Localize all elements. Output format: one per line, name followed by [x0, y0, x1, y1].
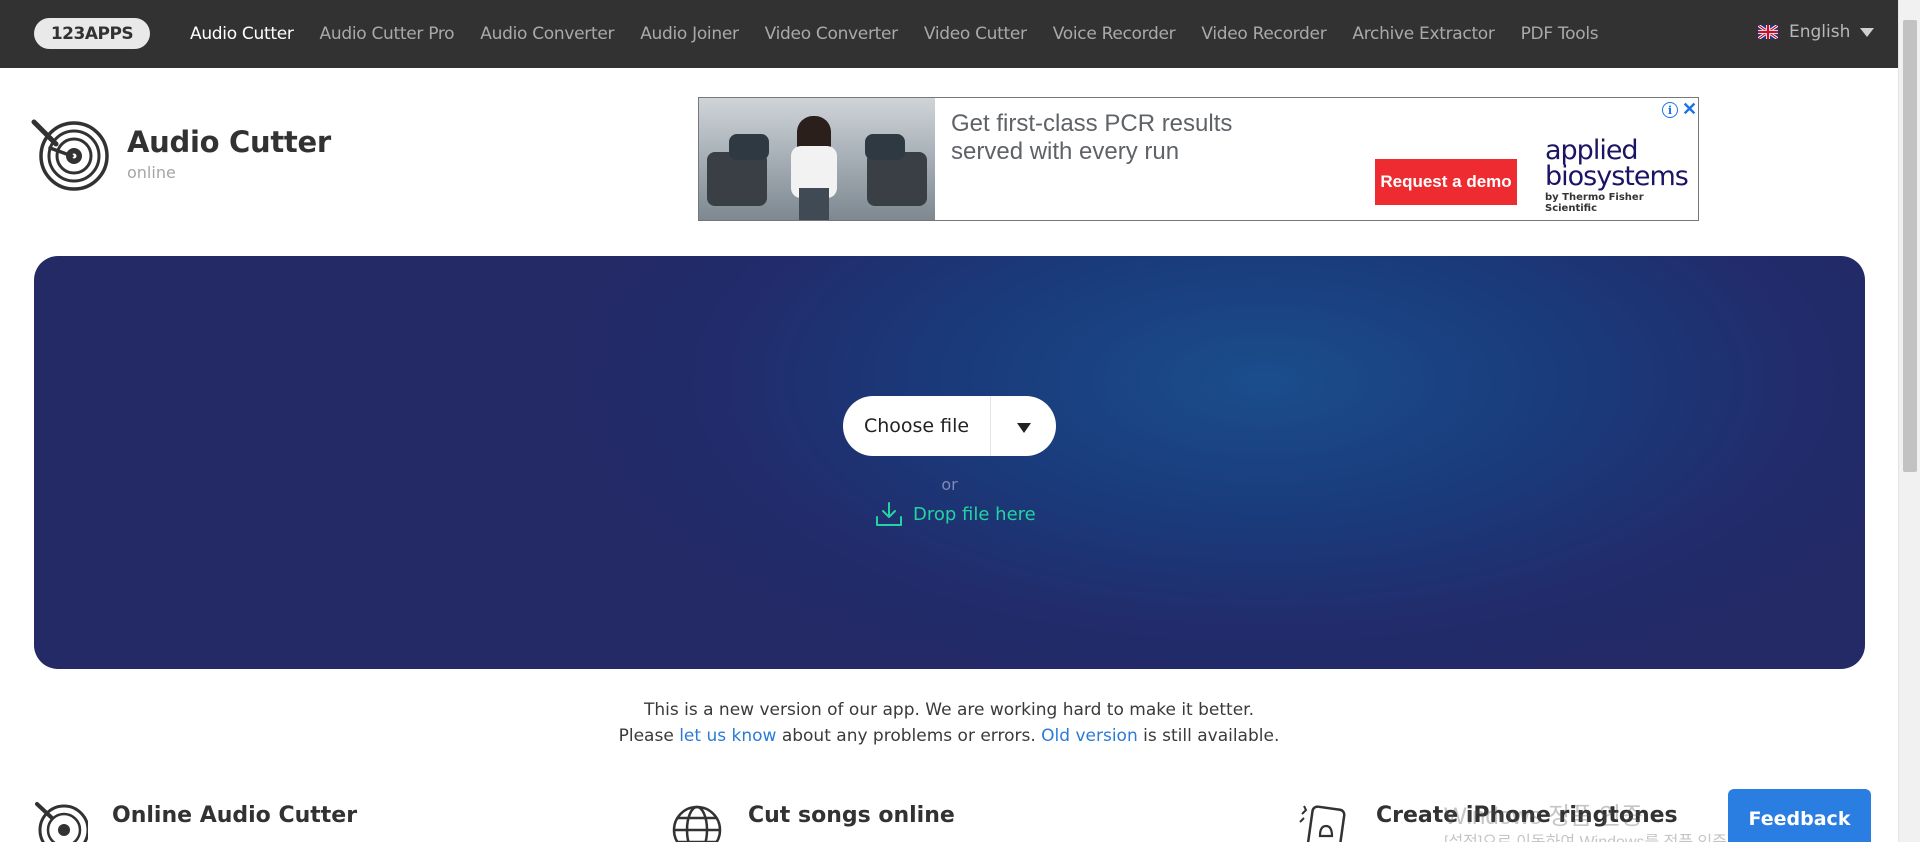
drop-file-zone[interactable]: Drop file here	[875, 501, 1036, 527]
caret-down-icon	[1860, 27, 1875, 37]
ad-photo	[699, 98, 935, 220]
app-subtitle: online	[127, 163, 176, 182]
notice-text-a: Please	[618, 726, 680, 746]
download-icon	[876, 502, 902, 526]
choose-file-button[interactable]: Choose file	[843, 396, 1056, 456]
windows-activation-watermark: Windows 정품 인증	[1444, 803, 1644, 830]
phone-bell-icon	[1299, 805, 1346, 842]
drop-file-label: Drop file here	[913, 503, 1036, 525]
scrollbar-thumb[interactable]	[1903, 20, 1917, 472]
nav-menu: Audio Cutter Audio Cutter Pro Audio Conv…	[190, 0, 1624, 68]
nav-item-pdf-tools[interactable]: PDF Tools	[1521, 24, 1599, 44]
nav-item-archive-extractor[interactable]: Archive Extractor	[1352, 24, 1495, 44]
windows-activation-watermark-sub: [설정]으로 이동하여 Windows를 정품 인증합니다.	[1444, 828, 1776, 842]
page-scrollbar[interactable]	[1898, 0, 1920, 842]
nav-item-audio-converter[interactable]: Audio Converter	[480, 24, 614, 44]
notice-text-b: about any problems or errors.	[776, 726, 1042, 746]
nav-item-video-recorder[interactable]: Video Recorder	[1201, 24, 1326, 44]
feature-cut-songs-online: Cut songs online	[670, 800, 955, 842]
notice-line1: This is a new version of our app. We are…	[643, 700, 1255, 720]
app-title: Audio Cutter	[127, 125, 331, 159]
request-demo-button[interactable]: Request a demo	[1375, 159, 1517, 205]
nav-item-voice-recorder[interactable]: Voice Recorder	[1053, 24, 1176, 44]
upload-panel[interactable]: Choose file or Drop file here	[34, 256, 1865, 669]
notice-line2: Please let us know about any problems or…	[0, 723, 1898, 749]
nav-item-video-cutter[interactable]: Video Cutter	[924, 24, 1027, 44]
ad-banner[interactable]: Get first-class PCR results served with …	[698, 97, 1699, 221]
language-selector[interactable]: English	[1758, 22, 1875, 42]
notice-text-c: is still available.	[1137, 726, 1280, 746]
ad-headline: Get first-class PCR results served with …	[951, 110, 1233, 165]
let-us-know-link[interactable]: let us know	[679, 726, 776, 746]
nav-item-audio-joiner[interactable]: Audio Joiner	[640, 24, 739, 44]
ad-brand-line2: biosystems	[1545, 161, 1689, 192]
nav-item-video-converter[interactable]: Video Converter	[765, 24, 899, 44]
globe-icon	[672, 805, 722, 842]
uk-flag-icon	[1758, 25, 1778, 39]
old-version-link[interactable]: Old version	[1041, 726, 1138, 746]
ad-info-icon[interactable]: i	[1662, 102, 1678, 118]
or-separator: or	[941, 475, 958, 494]
vinyl-cutter-icon	[31, 119, 109, 191]
ad-brand-line3: by Thermo Fisher Scientific	[1545, 192, 1644, 214]
vinyl-icon	[35, 802, 88, 842]
feedback-button[interactable]: Feedback	[1728, 789, 1871, 842]
ad-close-icon[interactable]: ✕	[1682, 99, 1697, 120]
language-label: English	[1789, 22, 1851, 42]
123apps-logo[interactable]: 123APPS	[34, 18, 150, 49]
choose-file-dropdown[interactable]	[991, 420, 1056, 433]
choose-file-label[interactable]: Choose file	[843, 415, 990, 437]
feature-title: Online Audio Cutter	[112, 803, 358, 828]
caret-down-icon	[1016, 422, 1031, 433]
top-navigation-bar: 123APPS Audio Cutter Audio Cutter Pro Au…	[0, 0, 1898, 68]
version-notice: This is a new version of our app. We are…	[0, 697, 1898, 749]
feature-title: Cut songs online	[748, 803, 955, 828]
nav-item-audio-cutter-pro[interactable]: Audio Cutter Pro	[320, 24, 455, 44]
ad-brand-logo: applied biosystems by Thermo Fisher Scie…	[1545, 137, 1695, 214]
nav-item-audio-cutter[interactable]: Audio Cutter	[190, 24, 294, 44]
feature-online-audio-cutter: Online Audio Cutter	[34, 800, 357, 842]
